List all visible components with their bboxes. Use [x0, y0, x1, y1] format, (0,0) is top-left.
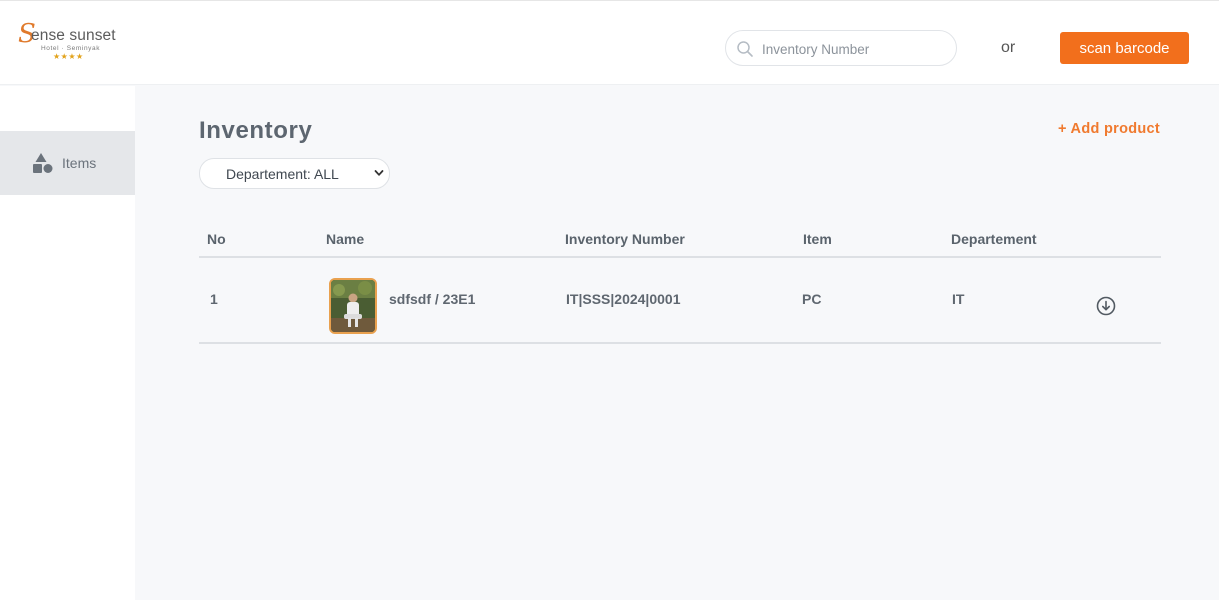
sidebar: Items [0, 86, 135, 600]
scan-barcode-button[interactable]: scan barcode [1060, 32, 1189, 64]
column-header-inventory-number: Inventory Number [565, 231, 685, 247]
department-filter-select[interactable]: Departement: ALL [199, 158, 390, 189]
search-icon [737, 41, 753, 57]
page-title: Inventory [199, 117, 313, 144]
sidebar-item-items[interactable]: Items [0, 131, 135, 195]
item-type: PC [802, 291, 822, 307]
column-header-item: Item [803, 231, 832, 247]
row-number: 1 [210, 291, 218, 307]
product-name: sdfsdf / 23E1 [389, 291, 476, 307]
or-separator: or [1001, 39, 1016, 56]
product-thumbnail[interactable] [329, 278, 377, 334]
department: IT [952, 291, 965, 307]
shapes-icon [33, 153, 53, 173]
add-product-link[interactable]: + Add product [1058, 121, 1160, 137]
inventory-number: IT|SSS|2024|0001 [566, 291, 681, 307]
inventory-table: No Name Inventory Number Item Departemen… [199, 222, 1161, 344]
top-bar: S ense sunset Hotel · Seminyak ★★★★ or s… [0, 0, 1219, 85]
column-header-name: Name [326, 231, 365, 247]
hotel-logo[interactable]: S ense sunset Hotel · Seminyak ★★★★ [18, 19, 128, 65]
logo-subtitle: Hotel · Seminyak [41, 45, 101, 52]
search-box[interactable] [725, 30, 957, 66]
product-photo [331, 280, 375, 332]
table-row[interactable]: 1 sdfsdf / 23E1 IT|SSS|2024|0001 PC IT [199, 258, 1161, 344]
download-circle-icon[interactable] [1096, 296, 1116, 316]
search-input[interactable] [762, 38, 947, 60]
column-header-department: Departement [951, 231, 1037, 247]
column-header-no: No [207, 231, 226, 247]
logo-stars: ★★★★ [53, 52, 84, 61]
table-header: No Name Inventory Number Item Departemen… [199, 222, 1161, 258]
logo-name: ense sunset [31, 27, 116, 44]
main-content: Inventory + Add product Departement: ALL… [135, 86, 1219, 600]
sidebar-item-label: Items [62, 155, 97, 171]
